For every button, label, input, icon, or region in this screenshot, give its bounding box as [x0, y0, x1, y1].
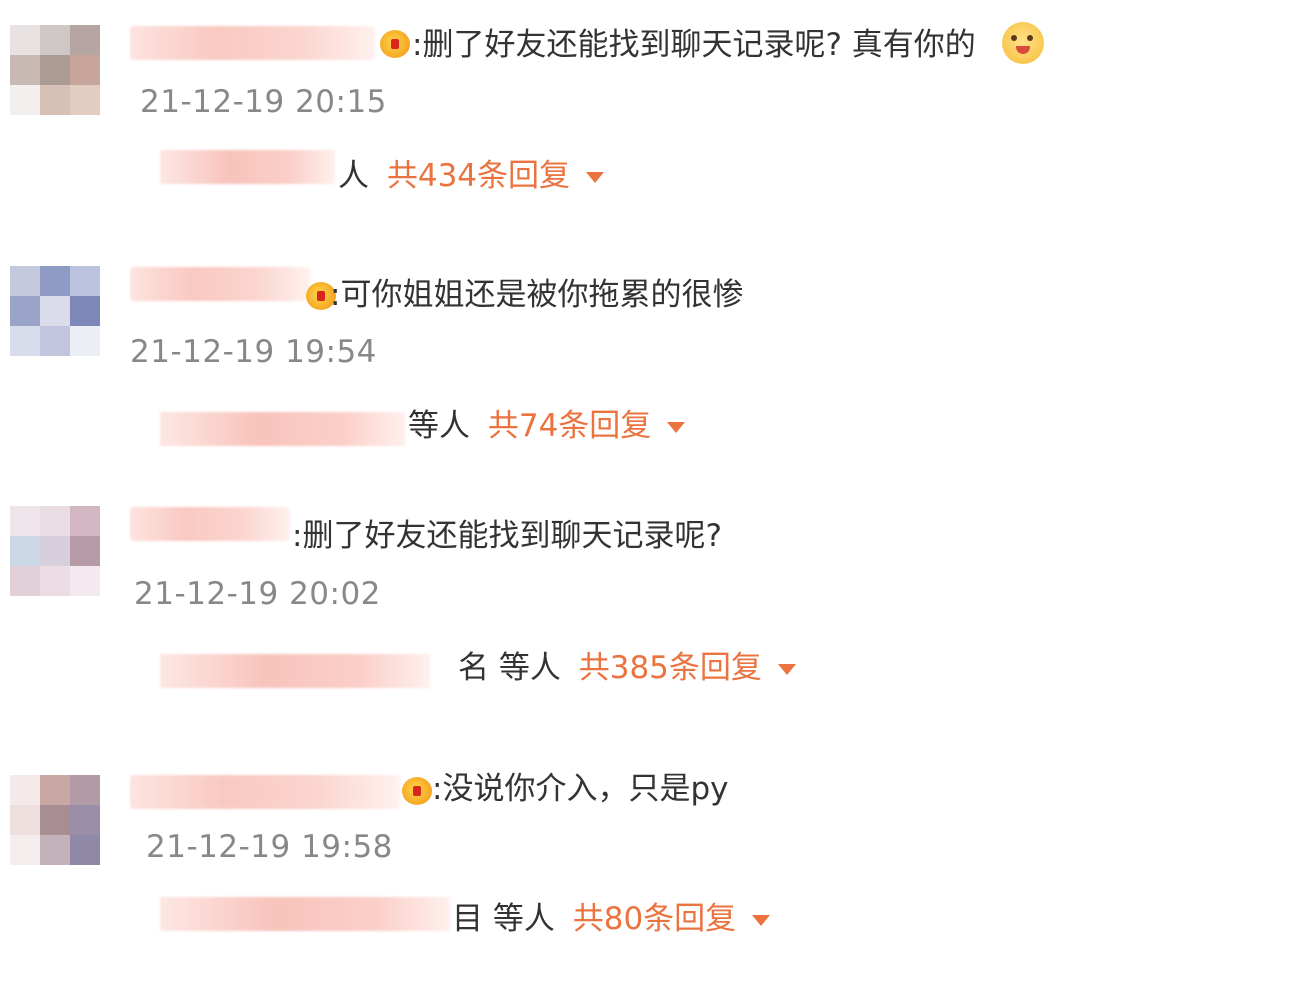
reply-users-blurred [160, 897, 450, 931]
username-blurred[interactable] [130, 267, 310, 301]
comment-time: 21-12-19 20:15 [140, 84, 387, 120]
avatar[interactable] [10, 775, 100, 865]
reply-count[interactable]: 共80条回复 [573, 901, 736, 937]
username-blurred[interactable] [130, 507, 290, 541]
reply-users-suffix: 人 [338, 158, 369, 194]
reply-summary-link[interactable]: 人 共434条回复 [338, 156, 605, 196]
triangle-down-icon[interactable] [777, 664, 796, 675]
reply-users-blurred [160, 150, 335, 184]
reply-count[interactable]: 共434条回复 [387, 158, 570, 194]
comment-text: :删了好友还能找到聊天记录呢? 真有你的 [412, 27, 976, 63]
reply-count[interactable]: 共385条回复 [579, 650, 762, 686]
vip-badge-icon [380, 30, 410, 58]
comment-text: :没说你介入，只是py [432, 771, 729, 807]
reply-users-suffix: 目 等人 [452, 901, 555, 937]
reply-users-blurred [160, 412, 405, 446]
comment-item: :删了好友还能找到聊天记录呢? 21-12-19 20:02 名 等人 共385… [0, 490, 1290, 730]
avatar[interactable] [10, 25, 100, 115]
doge-emoji-icon [1002, 22, 1044, 64]
reply-summary-link[interactable]: 目 等人 共80条回复 [452, 899, 771, 939]
vip-badge-icon [402, 777, 432, 805]
comment-item: :可你姐姐还是被你拖累的很惨 21-12-19 19:54 等人 共74条回复 [0, 250, 1290, 490]
triangle-down-icon[interactable] [667, 422, 686, 433]
reply-count[interactable]: 共74条回复 [488, 408, 651, 444]
username-blurred[interactable] [130, 775, 400, 809]
comment-time: 21-12-19 19:58 [146, 829, 393, 865]
comment-text: :可你姐姐还是被你拖累的很惨 [330, 277, 744, 313]
reply-users-blurred [160, 654, 430, 688]
comment-item: :删了好友还能找到聊天记录呢? 真有你的 21-12-19 20:15 人 共4… [0, 0, 1290, 240]
avatar[interactable] [10, 266, 100, 356]
triangle-down-icon[interactable] [752, 915, 771, 926]
comment-text: :删了好友还能找到聊天记录呢? [292, 518, 722, 554]
avatar[interactable] [10, 506, 100, 596]
comment-item: :没说你介入，只是py 21-12-19 19:58 目 等人 共80条回复 [0, 745, 1290, 985]
reply-users-suffix: 等人 [408, 408, 470, 444]
triangle-down-icon[interactable] [586, 172, 605, 183]
reply-summary-link[interactable]: 等人 共74条回复 [408, 406, 686, 446]
comment-time: 21-12-19 19:54 [130, 334, 377, 370]
comment-time: 21-12-19 20:02 [134, 576, 381, 612]
reply-summary-link[interactable]: 名 等人 共385条回复 [458, 648, 796, 688]
username-blurred[interactable] [130, 26, 375, 60]
reply-users-suffix: 名 等人 [458, 650, 561, 686]
